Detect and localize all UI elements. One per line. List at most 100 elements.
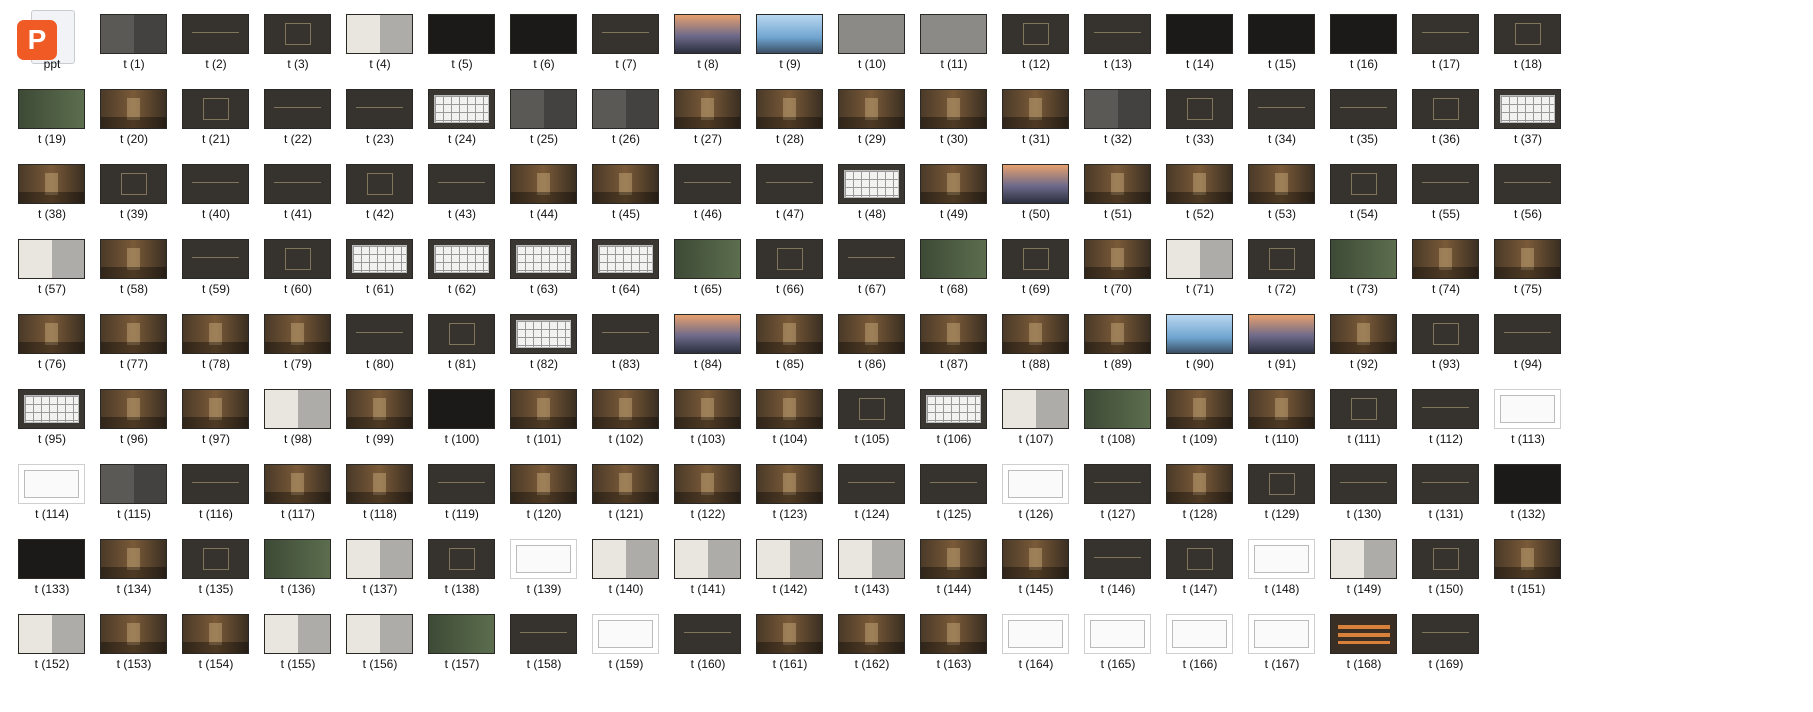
file-item-thumbnail[interactable]: t (130) [1318, 454, 1410, 528]
file-item-thumbnail[interactable]: t (151) [1482, 529, 1574, 603]
file-item-thumbnail[interactable]: t (165) [1072, 604, 1164, 678]
file-item-thumbnail[interactable]: t (98) [252, 379, 344, 453]
file-item-thumbnail[interactable]: t (12) [990, 4, 1082, 78]
file-item-thumbnail[interactable]: t (139) [498, 529, 590, 603]
file-item-thumbnail[interactable]: t (51) [1072, 154, 1164, 228]
file-item-thumbnail[interactable]: t (124) [826, 454, 918, 528]
file-item-thumbnail[interactable]: t (75) [1482, 229, 1574, 303]
file-item-thumbnail[interactable]: t (111) [1318, 379, 1410, 453]
file-item-thumbnail[interactable]: t (82) [498, 304, 590, 378]
file-item-thumbnail[interactable]: t (91) [1236, 304, 1328, 378]
file-item-thumbnail[interactable]: t (3) [252, 4, 344, 78]
file-item-thumbnail[interactable]: t (47) [744, 154, 836, 228]
file-item-thumbnail[interactable]: t (38) [6, 154, 98, 228]
file-item-thumbnail[interactable]: t (92) [1318, 304, 1410, 378]
file-item-thumbnail[interactable]: t (57) [6, 229, 98, 303]
file-item-thumbnail[interactable]: t (116) [170, 454, 262, 528]
file-item-thumbnail[interactable]: t (167) [1236, 604, 1328, 678]
file-item-thumbnail[interactable]: t (42) [334, 154, 426, 228]
file-item-thumbnail[interactable]: t (78) [170, 304, 262, 378]
file-item-thumbnail[interactable]: t (122) [662, 454, 754, 528]
file-item-thumbnail[interactable]: t (10) [826, 4, 918, 78]
file-item-thumbnail[interactable]: t (48) [826, 154, 918, 228]
file-item-thumbnail[interactable]: t (6) [498, 4, 590, 78]
file-item-thumbnail[interactable]: t (35) [1318, 79, 1410, 153]
file-item-thumbnail[interactable]: t (94) [1482, 304, 1574, 378]
file-item-thumbnail[interactable]: t (22) [252, 79, 344, 153]
file-item-thumbnail[interactable]: t (127) [1072, 454, 1164, 528]
file-item-thumbnail[interactable]: t (121) [580, 454, 672, 528]
file-item-thumbnail[interactable]: t (93) [1400, 304, 1492, 378]
file-item-thumbnail[interactable]: t (113) [1482, 379, 1574, 453]
file-item-thumbnail[interactable]: t (26) [580, 79, 672, 153]
file-item-thumbnail[interactable]: t (135) [170, 529, 262, 603]
file-item-thumbnail[interactable]: t (46) [662, 154, 754, 228]
file-item-thumbnail[interactable]: t (72) [1236, 229, 1328, 303]
file-item-thumbnail[interactable]: t (147) [1154, 529, 1246, 603]
file-item-thumbnail[interactable]: t (99) [334, 379, 426, 453]
file-item-thumbnail[interactable]: t (100) [416, 379, 508, 453]
file-item-thumbnail[interactable]: t (73) [1318, 229, 1410, 303]
file-item-thumbnail[interactable]: t (56) [1482, 154, 1574, 228]
file-item-thumbnail[interactable]: t (141) [662, 529, 754, 603]
file-item-thumbnail[interactable]: t (23) [334, 79, 426, 153]
file-item-thumbnail[interactable]: t (164) [990, 604, 1082, 678]
file-item-ppt[interactable]: P ppt [6, 4, 98, 78]
file-item-thumbnail[interactable]: t (129) [1236, 454, 1328, 528]
file-item-thumbnail[interactable]: t (123) [744, 454, 836, 528]
file-item-thumbnail[interactable]: t (146) [1072, 529, 1164, 603]
file-item-thumbnail[interactable]: t (144) [908, 529, 1000, 603]
file-item-thumbnail[interactable]: t (133) [6, 529, 98, 603]
file-item-thumbnail[interactable]: t (109) [1154, 379, 1246, 453]
file-item-thumbnail[interactable]: t (158) [498, 604, 590, 678]
file-item-thumbnail[interactable]: t (41) [252, 154, 344, 228]
file-item-thumbnail[interactable]: t (84) [662, 304, 754, 378]
file-item-thumbnail[interactable]: t (161) [744, 604, 836, 678]
file-item-thumbnail[interactable]: t (77) [88, 304, 180, 378]
file-item-thumbnail[interactable]: t (69) [990, 229, 1082, 303]
file-item-thumbnail[interactable]: t (97) [170, 379, 262, 453]
file-item-thumbnail[interactable]: t (65) [662, 229, 754, 303]
file-item-thumbnail[interactable]: t (126) [990, 454, 1082, 528]
file-item-thumbnail[interactable]: t (19) [6, 79, 98, 153]
file-item-thumbnail[interactable]: t (145) [990, 529, 1082, 603]
file-item-thumbnail[interactable]: t (70) [1072, 229, 1164, 303]
file-item-thumbnail[interactable]: t (163) [908, 604, 1000, 678]
file-item-thumbnail[interactable]: t (102) [580, 379, 672, 453]
file-item-thumbnail[interactable]: t (131) [1400, 454, 1492, 528]
file-item-thumbnail[interactable]: t (150) [1400, 529, 1492, 603]
file-item-thumbnail[interactable]: t (159) [580, 604, 672, 678]
file-item-thumbnail[interactable]: t (68) [908, 229, 1000, 303]
file-item-thumbnail[interactable]: t (30) [908, 79, 1000, 153]
file-item-thumbnail[interactable]: t (103) [662, 379, 754, 453]
file-item-thumbnail[interactable]: t (162) [826, 604, 918, 678]
file-item-thumbnail[interactable]: t (143) [826, 529, 918, 603]
file-item-thumbnail[interactable]: t (37) [1482, 79, 1574, 153]
file-item-thumbnail[interactable]: t (44) [498, 154, 590, 228]
file-item-thumbnail[interactable]: t (80) [334, 304, 426, 378]
file-item-thumbnail[interactable]: t (43) [416, 154, 508, 228]
file-item-thumbnail[interactable]: t (55) [1400, 154, 1492, 228]
file-item-thumbnail[interactable]: t (39) [88, 154, 180, 228]
file-item-thumbnail[interactable]: t (108) [1072, 379, 1164, 453]
file-item-thumbnail[interactable]: t (107) [990, 379, 1082, 453]
file-item-thumbnail[interactable]: t (52) [1154, 154, 1246, 228]
file-item-thumbnail[interactable]: t (67) [826, 229, 918, 303]
file-item-thumbnail[interactable]: t (119) [416, 454, 508, 528]
file-item-thumbnail[interactable]: t (64) [580, 229, 672, 303]
file-item-thumbnail[interactable]: t (74) [1400, 229, 1492, 303]
file-item-thumbnail[interactable]: t (29) [826, 79, 918, 153]
file-item-thumbnail[interactable]: t (76) [6, 304, 98, 378]
file-item-thumbnail[interactable]: t (61) [334, 229, 426, 303]
file-item-thumbnail[interactable]: t (27) [662, 79, 754, 153]
file-item-thumbnail[interactable]: t (8) [662, 4, 754, 78]
file-item-thumbnail[interactable]: t (79) [252, 304, 344, 378]
file-item-thumbnail[interactable]: t (21) [170, 79, 262, 153]
file-item-thumbnail[interactable]: t (152) [6, 604, 98, 678]
file-item-thumbnail[interactable]: t (63) [498, 229, 590, 303]
file-item-thumbnail[interactable]: t (88) [990, 304, 1082, 378]
file-item-thumbnail[interactable]: t (54) [1318, 154, 1410, 228]
file-item-thumbnail[interactable]: t (106) [908, 379, 1000, 453]
file-item-thumbnail[interactable]: t (11) [908, 4, 1000, 78]
file-item-thumbnail[interactable]: t (25) [498, 79, 590, 153]
